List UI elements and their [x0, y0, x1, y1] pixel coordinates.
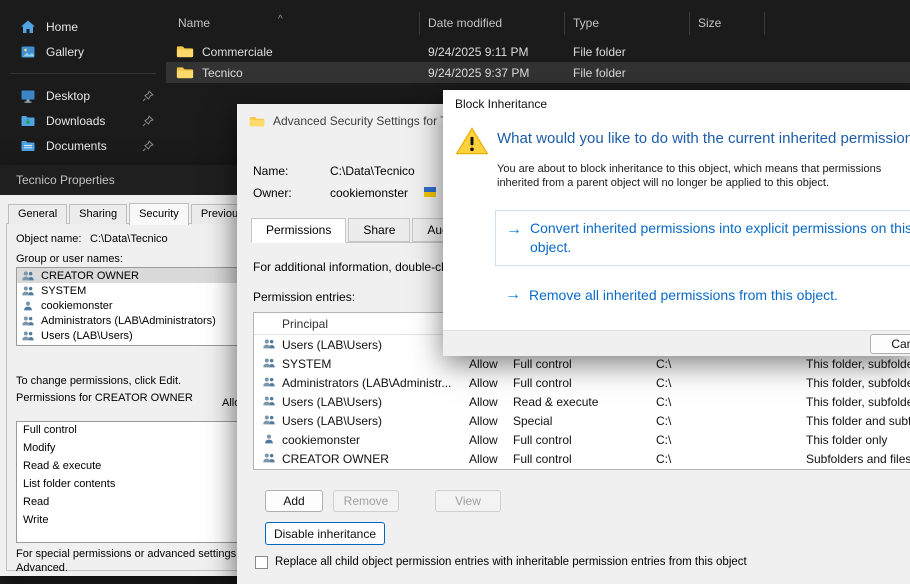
- desktop-icon: [20, 88, 36, 104]
- sidebar-item-home[interactable]: Home: [0, 14, 166, 39]
- sidebar-item-label: Gallery: [46, 45, 84, 59]
- arrow-right-icon: →: [506, 221, 522, 239]
- entries-label: Permission entries:: [253, 290, 355, 304]
- column-header-type[interactable]: Type: [565, 12, 690, 35]
- add-button[interactable]: Add: [265, 490, 323, 512]
- file-date-modified: 9/24/2025 9:37 PM: [420, 66, 565, 80]
- permissions-for-label: Permissions for CREATOR OWNER: [16, 391, 221, 405]
- dialog-title: Tecnico Properties: [16, 173, 115, 187]
- remove-button: Remove: [333, 490, 399, 512]
- sidebar-item-downloads[interactable]: Downloads: [0, 108, 166, 133]
- arrow-right-icon: →: [505, 286, 521, 304]
- column-header-name[interactable]: Name: [166, 12, 420, 35]
- group-icon: [262, 414, 276, 426]
- command-link-text: Convert inherited permissions into expli…: [530, 219, 910, 257]
- command-link-text: Remove all inherited permissions from th…: [529, 286, 910, 305]
- body-line-1: You are about to block inheritance to th…: [497, 162, 910, 176]
- table-row[interactable]: Users (LAB\Users) Allow Read & execute C…: [254, 392, 910, 411]
- owner-label: Owner:: [253, 186, 292, 200]
- replace-permissions-checkbox[interactable]: [255, 556, 268, 569]
- pin-icon: [142, 90, 154, 102]
- file-name: Tecnico: [202, 66, 243, 80]
- column-header-date-modified[interactable]: Date modified: [420, 12, 565, 35]
- replace-permissions-label: Replace all child object permission entr…: [275, 556, 747, 568]
- block-titlebar: Block Inheritance: [443, 90, 910, 118]
- view-button: View: [435, 490, 501, 512]
- gallery-icon: [20, 44, 36, 60]
- remove-permissions-command-link[interactable]: → Remove all inherited permissions from …: [495, 280, 910, 316]
- sidebar-separator: [10, 73, 156, 74]
- sidebar-item-desktop[interactable]: Desktop: [0, 83, 166, 108]
- table-row[interactable]: SYSTEM Allow Full control C:\ This folde…: [254, 354, 910, 373]
- file-list-header: ^ Name Date modified Type Size: [166, 12, 910, 35]
- group-icon: [21, 285, 35, 297]
- advanced-hint: For special permissions or advanced sett…: [16, 547, 268, 575]
- group-icon: [21, 315, 35, 327]
- documents-icon: [20, 138, 36, 154]
- tab-permissions[interactable]: Permissions: [251, 218, 346, 243]
- sidebar-item-label: Documents: [46, 139, 107, 153]
- file-row-commerciale[interactable]: Commerciale 9/24/2025 9:11 PM File folde…: [166, 41, 910, 62]
- sidebar-item-label: Downloads: [46, 114, 105, 128]
- owner-value: cookiemonster: [330, 186, 408, 200]
- folder-icon: [176, 44, 194, 59]
- convert-permissions-command-link[interactable]: → Convert inherited permissions into exp…: [495, 210, 910, 266]
- home-icon: [20, 19, 36, 35]
- group-icon: [262, 376, 276, 388]
- dialog-body-text: You are about to block inheritance to th…: [497, 162, 910, 190]
- group-icon: [21, 270, 35, 282]
- file-type: File folder: [565, 45, 690, 59]
- name-value: C:\Data\Tecnico: [330, 164, 415, 178]
- owner-flag-icon: [423, 185, 437, 199]
- group-user-label: Group or user names:: [16, 253, 123, 265]
- file-type: File folder: [565, 66, 690, 80]
- block-dialog-footer: Cancel: [443, 330, 910, 356]
- sidebar-item-documents[interactable]: Documents: [0, 133, 166, 158]
- dialog-main-instruction: What would you like to do with the curre…: [497, 130, 910, 147]
- group-icon: [21, 330, 35, 342]
- table-row[interactable]: CREATOR OWNER Allow Full control C:\ Sub…: [254, 449, 910, 468]
- user-icon: [262, 433, 276, 445]
- file-name: Commerciale: [202, 45, 273, 59]
- sidebar-item-label: Home: [46, 20, 78, 34]
- folder-icon: [176, 65, 194, 80]
- group-icon: [262, 357, 276, 369]
- disable-inheritance-button[interactable]: Disable inheritance: [265, 522, 385, 545]
- tab-share[interactable]: Share: [348, 218, 410, 242]
- table-row[interactable]: cookiemonster Allow Full control C:\ Thi…: [254, 430, 910, 449]
- object-name-label: Object name:: [16, 233, 81, 245]
- column-header-size[interactable]: Size: [690, 12, 765, 35]
- name-label: Name:: [253, 164, 288, 178]
- block-inheritance-dialog: Block Inheritance What would you like to…: [443, 90, 910, 356]
- group-icon: [262, 452, 276, 464]
- object-name-value: C:\Data\Tecnico: [90, 233, 168, 245]
- table-row[interactable]: Administrators (LAB\Administr... Allow F…: [254, 373, 910, 392]
- dialog-title: Block Inheritance: [455, 97, 547, 111]
- edit-hint: To change permissions, click Edit.: [16, 375, 181, 387]
- pin-icon: [142, 115, 154, 127]
- col-principal[interactable]: Principal: [282, 317, 328, 331]
- warning-icon: [455, 126, 489, 156]
- sidebar-item-gallery[interactable]: Gallery: [0, 39, 166, 64]
- pin-icon: [142, 140, 154, 152]
- downloads-icon: [20, 113, 36, 129]
- sort-ascending-icon: ^: [278, 14, 283, 25]
- group-icon: [262, 338, 276, 350]
- file-date-modified: 9/24/2025 9:11 PM: [420, 45, 565, 59]
- cancel-button[interactable]: Cancel: [870, 334, 910, 354]
- tab-general[interactable]: General: [8, 204, 67, 224]
- tab-security[interactable]: Security: [129, 203, 189, 225]
- folder-icon: [249, 115, 265, 128]
- table-row[interactable]: Users (LAB\Users) Allow Special C:\ This…: [254, 411, 910, 430]
- file-row-tecnico[interactable]: Tecnico 9/24/2025 9:37 PM File folder: [166, 62, 910, 83]
- tab-sharing[interactable]: Sharing: [69, 204, 127, 224]
- sidebar-item-label: Desktop: [46, 89, 90, 103]
- group-icon: [262, 395, 276, 407]
- body-line-2: inherited from a parent object will no l…: [497, 176, 910, 190]
- user-icon: [21, 300, 35, 312]
